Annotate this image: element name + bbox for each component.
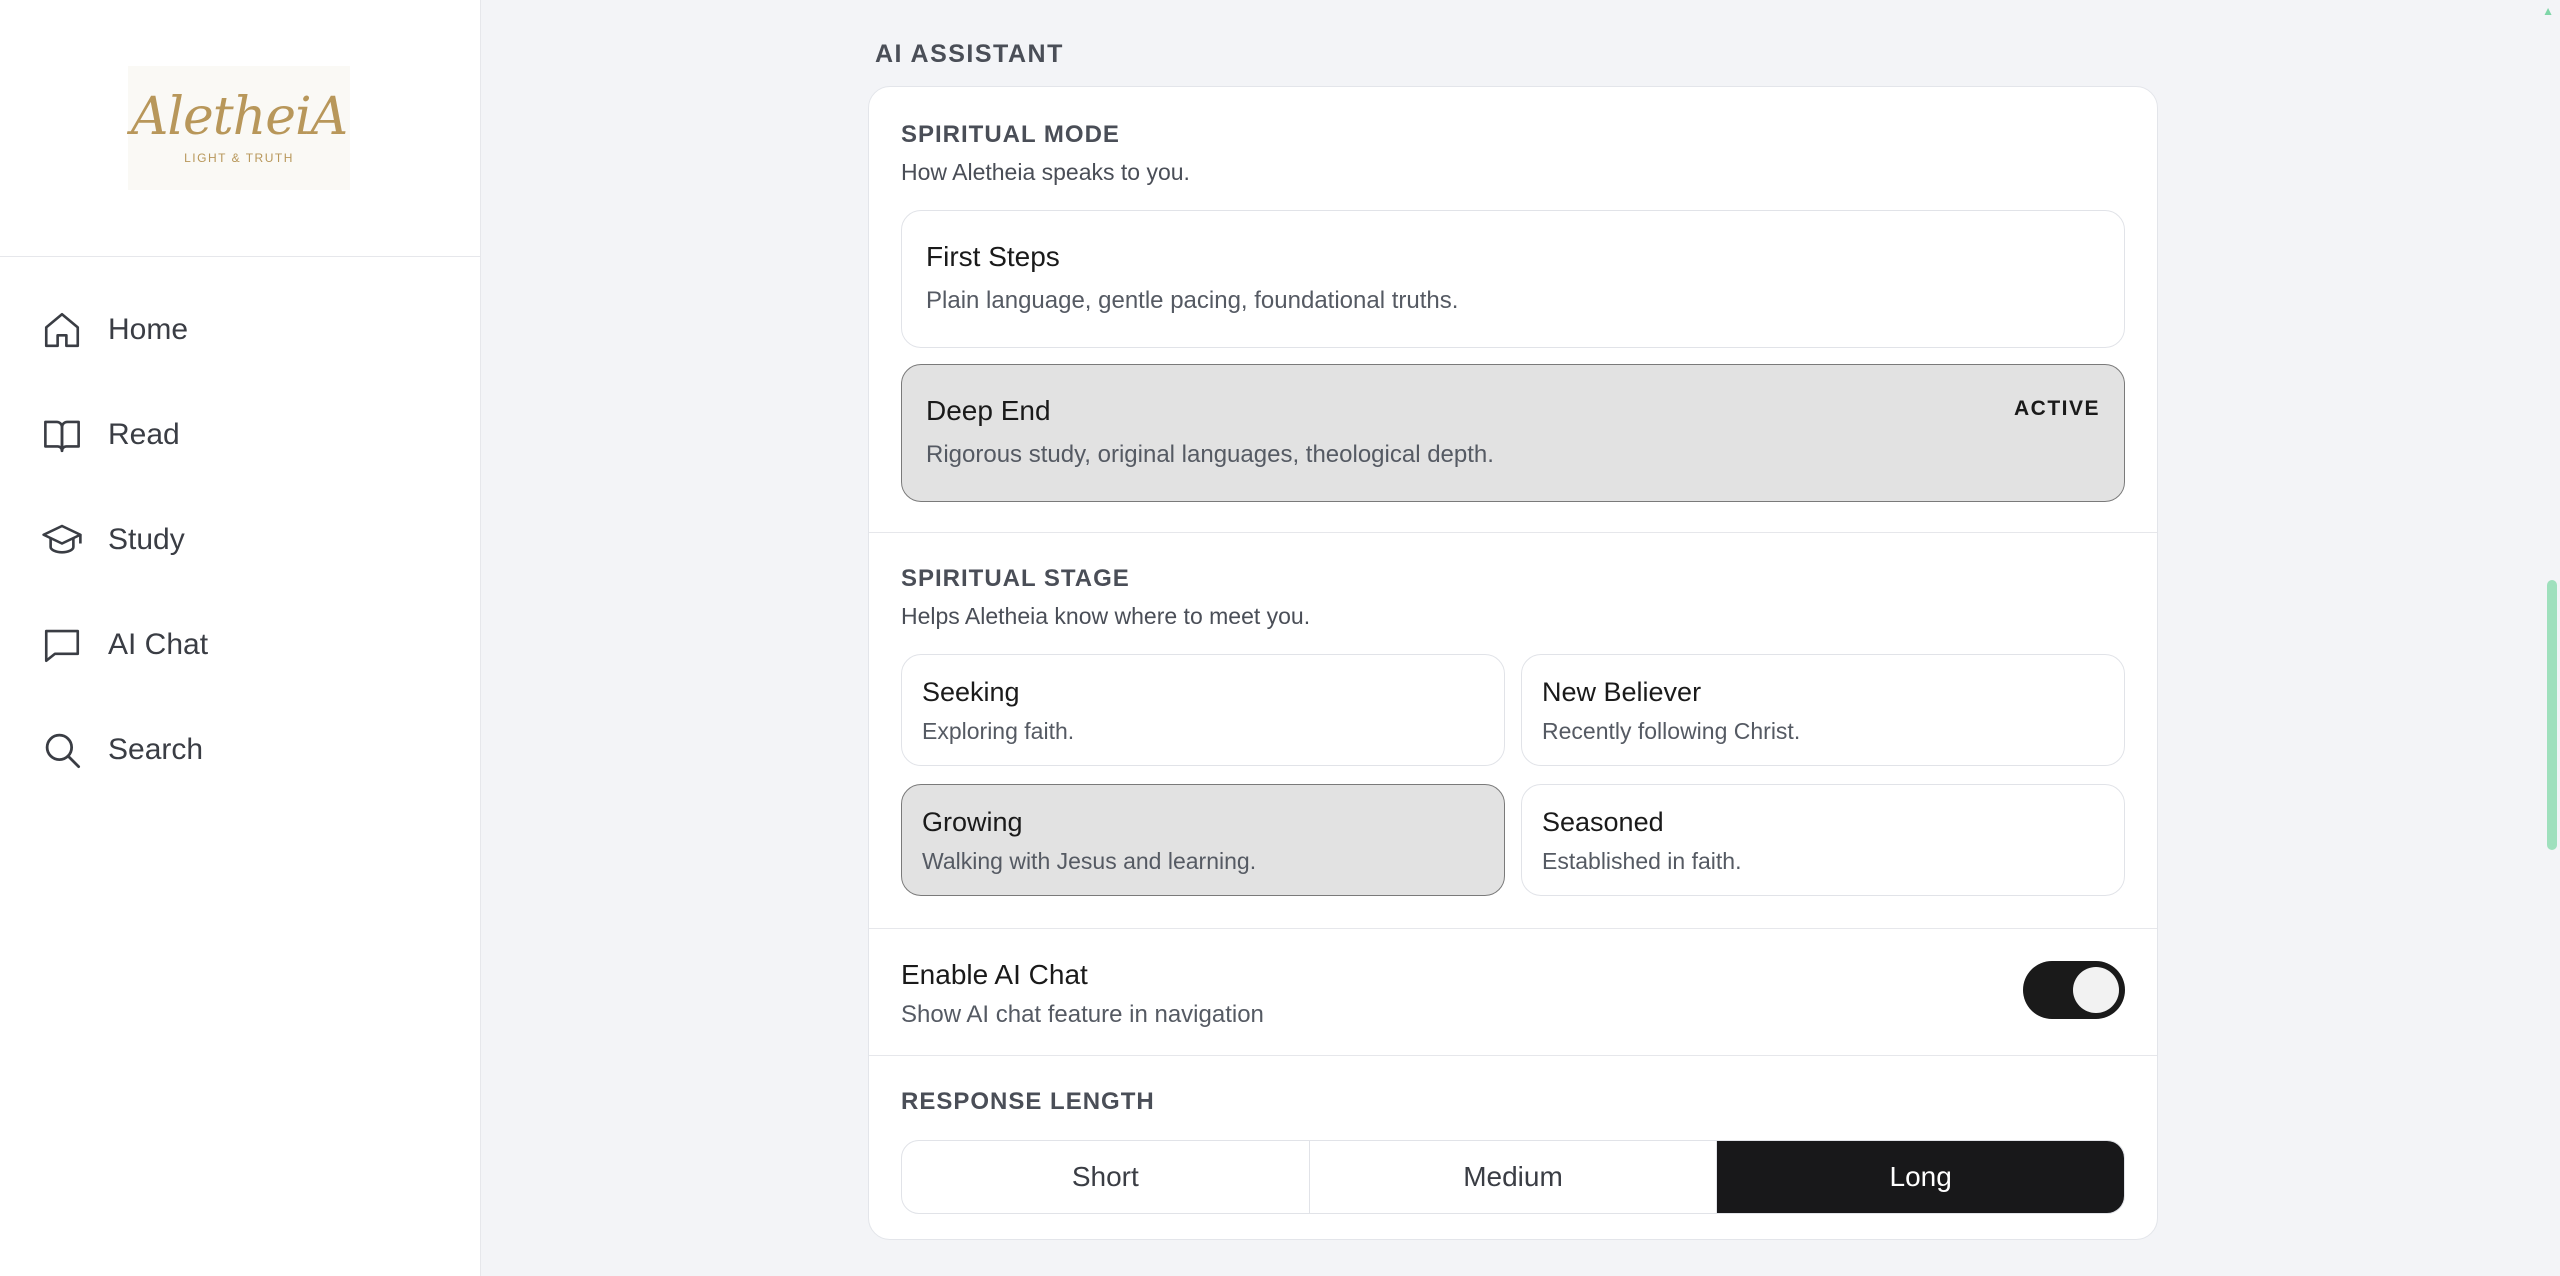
nav-label-study: Study [108,522,185,556]
sidebar-nav: Home Read Study AI Chat Search [0,257,480,802]
stage-option-seeking[interactable]: Seeking Exploring faith. [901,654,1505,766]
spiritual-stage-description: Helps Aletheia know where to meet you. [901,603,1311,629]
enable-ai-chat-title: Enable AI Chat [901,959,1088,990]
ai-chat-toggle-switch[interactable] [2023,961,2125,1019]
nav-label-search: Search [108,732,204,766]
stage-option-name: New Believer [1542,677,1702,707]
toggle-knob [2073,967,2119,1013]
spiritual-mode-description: How Aletheia speaks to you. [901,159,1190,185]
mode-option-name: First Steps [926,241,1060,272]
nav-label-read: Read [108,417,180,451]
scrollbar-thumb[interactable] [2547,580,2557,850]
nav-item-study[interactable]: Study [0,487,480,592]
nav-item-ai-chat[interactable]: AI Chat [0,592,480,697]
mode-option-description: Rigorous study, original languages, theo… [926,441,1494,468]
mode-option-description: Plain language, gentle pacing, foundatio… [926,287,1459,314]
stage-option-seasoned[interactable]: Seasoned Established in faith. [1521,784,2125,896]
nav-label-home: Home [108,312,189,346]
nav-item-read[interactable]: Read [0,382,480,487]
book-icon [40,413,84,457]
active-badge: ACTIVE [2013,397,2100,420]
stage-option-name: Growing [922,807,1023,837]
scroll-up-arrow-icon[interactable]: ▲ [2542,4,2554,18]
logo-text: AletheiA [130,87,348,147]
nav-item-search[interactable]: Search [0,697,480,802]
enable-ai-chat-row: Enable AI Chat Show AI chat feature in n… [869,929,2157,1056]
mode-option-deep-end[interactable]: Deep End Rigorous study, original langua… [901,364,2125,502]
logo-area: AletheiA LIGHT & TRUTH [0,0,480,257]
scrollbar[interactable]: ▲ [2542,0,2560,1276]
search-icon [40,728,84,772]
stage-option-growing[interactable]: Growing Walking with Jesus and learning. [901,784,1505,896]
response-length-long[interactable]: Long [1717,1141,2124,1213]
stage-option-name: Seeking [922,677,1020,707]
stage-option-description: Exploring faith. [922,718,1075,744]
response-length-group: RESPONSE LENGTH Short Medium Long [869,1056,2157,1214]
ai-assistant-card: SPIRITUAL MODE How Aletheia speaks to yo… [868,86,2158,1240]
stage-option-description: Recently following Christ. [1542,718,1801,744]
response-length-short[interactable]: Short [902,1141,1310,1213]
spiritual-stage-title: SPIRITUAL STAGE [901,565,1130,592]
home-icon [40,308,84,352]
sidebar: AletheiA LIGHT & TRUTH Home Read Study A… [0,0,481,1276]
stage-option-description: Established in faith. [1542,848,1742,874]
stage-options-grid: Seeking Exploring faith. New Believer Re… [901,654,2125,896]
spiritual-stage-group: SPIRITUAL STAGE Helps Aletheia know wher… [869,533,2157,929]
stage-option-description: Walking with Jesus and learning. [922,848,1257,874]
app-logo[interactable]: AletheiA LIGHT & TRUTH [128,66,350,190]
stage-option-new-believer[interactable]: New Believer Recently following Christ. [1521,654,2125,766]
spiritual-mode-title: SPIRITUAL MODE [901,121,1120,148]
graduation-cap-icon [40,518,84,562]
response-length-medium[interactable]: Medium [1310,1141,1718,1213]
mode-option-first-steps[interactable]: First Steps Plain language, gentle pacin… [901,210,2125,348]
logo-tagline: LIGHT & TRUTH [184,151,294,165]
chat-bubble-icon [40,623,84,667]
stage-option-name: Seasoned [1542,807,1664,837]
enable-ai-chat-description: Show AI chat feature in navigation [901,1001,1264,1028]
mode-option-name: Deep End [926,395,1051,426]
response-length-segmented-control: Short Medium Long [901,1140,2125,1214]
spiritual-mode-group: SPIRITUAL MODE How Aletheia speaks to yo… [869,87,2157,533]
main-content: AI ASSISTANT SPIRITUAL MODE How Aletheia… [482,0,2560,1276]
section-title: AI ASSISTANT [875,40,1064,68]
response-length-title: RESPONSE LENGTH [901,1088,1155,1115]
nav-label-ai-chat: AI Chat [108,627,209,661]
nav-item-home[interactable]: Home [0,277,480,382]
